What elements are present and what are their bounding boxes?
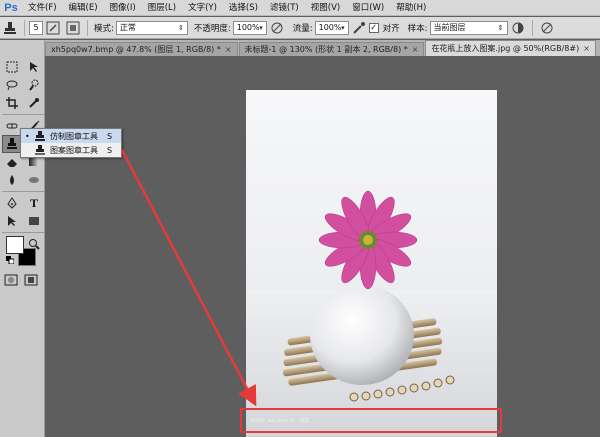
menu-help[interactable]: 帮助(H): [390, 0, 432, 16]
menu-window[interactable]: 窗口(W): [346, 0, 390, 16]
flyout-shortcut: S: [107, 145, 113, 155]
aligned-label: 对齐: [382, 23, 400, 34]
lasso-tool-icon[interactable]: [2, 76, 22, 94]
mode-label: 模式:: [94, 23, 114, 34]
brush-size-picker[interactable]: 5: [29, 20, 43, 35]
selected-bullet: •: [25, 131, 30, 141]
move-tool-icon[interactable]: [24, 58, 44, 76]
mode-value: 正常: [119, 22, 136, 32]
flyout-item-label: 图案图章工具: [50, 145, 98, 155]
flow-label: 流量:: [292, 23, 313, 34]
separator: [2, 232, 44, 233]
tab-document-1[interactable]: xh5pq0w7.bmp @ 47.8% (图层 1, RGB/8) * ×: [45, 42, 238, 56]
screen-mode-icon[interactable]: [24, 274, 38, 286]
aligned-checkbox[interactable]: ✓: [368, 22, 379, 33]
flyout-item-clone-stamp[interactable]: • 仿制图章工具 S: [21, 129, 121, 143]
marquee-tool-icon[interactable]: [2, 58, 22, 76]
separator: [2, 191, 44, 192]
tab-label: 未标题-1 @ 130% (形状 1 副本 2, RGB/8) *: [244, 44, 408, 54]
pressure-size-icon[interactable]: [539, 20, 555, 36]
sample-select[interactable]: 当前图层 ⇕: [429, 20, 508, 35]
chevron-down-icon: ▾: [341, 23, 345, 32]
sample-label: 样本:: [407, 23, 428, 34]
options-bar: 5 模式: 正常 ⇕ 不透明度: 100% ▾ 流量: 100% ▾ ✓ 对齐 …: [0, 17, 600, 39]
ignore-adjustment-layers-icon[interactable]: [510, 20, 526, 36]
quick-selection-tool-icon[interactable]: [24, 76, 44, 94]
foreground-color-swatch[interactable]: [6, 236, 24, 254]
close-icon[interactable]: ×: [583, 41, 590, 57]
watermark-highlight-box: [240, 408, 502, 433]
document-image[interactable]: [246, 90, 497, 437]
opacity-field[interactable]: 100% ▾: [232, 20, 267, 35]
default-colors-icon[interactable]: [6, 256, 15, 265]
airbrush-icon[interactable]: [351, 20, 367, 36]
opacity-label: 不透明度:: [193, 23, 231, 34]
clone-stamp-icon: [33, 130, 47, 142]
separator: [2, 114, 44, 115]
flow-value: 100%: [318, 22, 342, 32]
sample-value: 当前图层: [433, 22, 466, 32]
dodge-tool-icon[interactable]: [24, 171, 44, 189]
brush-size-value: 5: [33, 23, 39, 32]
menu-image[interactable]: 图像(I): [104, 0, 142, 16]
clone-source-panel-icon[interactable]: [65, 20, 81, 36]
eyedropper-tool-icon[interactable]: [24, 94, 44, 112]
flow-field[interactable]: 100% ▾: [314, 20, 349, 35]
eraser-tool-icon[interactable]: [2, 153, 22, 171]
clone-stamp-tool-icon[interactable]: [2, 135, 22, 153]
vase-photo-illustration: [246, 190, 497, 437]
menu-edit[interactable]: 编辑(E): [63, 0, 104, 16]
document-tabs: xh5pq0w7.bmp @ 47.8% (图层 1, RGB/8) * × 未…: [45, 40, 600, 56]
flyout-shortcut: S: [107, 131, 113, 141]
tab-document-3-active[interactable]: 在花瓶上放入图案.jpg @ 50%(RGB/8#) ×: [425, 40, 596, 57]
menu-bar: Ps 文件(F) 编辑(E) 图像(I) 图层(L) 文字(Y) 选择(S) 滤…: [0, 0, 600, 16]
blur-tool-icon[interactable]: [2, 171, 22, 189]
flyout-item-pattern-stamp[interactable]: 图案图章工具 S: [21, 143, 121, 157]
menu-type[interactable]: 文字(Y): [182, 0, 223, 16]
close-icon[interactable]: ×: [225, 43, 232, 57]
brush-panel-icon[interactable]: [45, 20, 61, 36]
pattern-stamp-icon: [33, 144, 47, 156]
tab-document-2[interactable]: 未标题-1 @ 130% (形状 1 副本 2, RGB/8) * ×: [238, 42, 425, 57]
menu-select[interactable]: 选择(S): [223, 0, 264, 16]
crop-tool-icon[interactable]: [2, 94, 22, 112]
chevron-down-icon: ⇕: [497, 23, 504, 32]
menu-file[interactable]: 文件(F): [22, 0, 63, 16]
pressure-opacity-icon[interactable]: [269, 20, 285, 36]
path-selection-tool-icon[interactable]: [2, 212, 22, 230]
pen-tool-icon[interactable]: [2, 194, 22, 212]
tab-label: xh5pq0w7.bmp @ 47.8% (图层 1, RGB/8) *: [51, 44, 221, 54]
menu-filter[interactable]: 滤镜(T): [264, 0, 305, 16]
menu-view[interactable]: 视图(V): [305, 0, 346, 16]
type-tool-icon[interactable]: T: [24, 194, 44, 212]
tools-panel: T: [0, 40, 45, 437]
chevron-down-icon: ▾: [259, 23, 263, 32]
menu-layer[interactable]: 图层(L): [142, 0, 182, 16]
separator: [531, 19, 533, 36]
rectangle-tool-icon[interactable]: [24, 212, 44, 230]
spot-healing-tool-icon[interactable]: [2, 117, 22, 135]
opacity-value: 100%: [236, 22, 260, 32]
close-icon[interactable]: ×: [412, 43, 419, 57]
quick-mask-icon[interactable]: [4, 274, 18, 286]
flyout-item-label: 仿制图章工具: [50, 131, 98, 141]
photoshop-logo: Ps: [4, 1, 18, 14]
clone-stamp-preset-icon[interactable]: [2, 20, 18, 36]
chevron-down-icon: ⇕: [178, 23, 184, 32]
color-swatches[interactable]: [6, 236, 38, 270]
tab-label: 在花瓶上放入图案.jpg @ 50%(RGB/8#): [431, 43, 580, 53]
separator: [24, 19, 25, 36]
stamp-tool-flyout: • 仿制图章工具 S 图案图章工具 S: [20, 128, 122, 158]
mode-select[interactable]: 正常 ⇕: [115, 20, 188, 35]
separator: [87, 19, 88, 36]
